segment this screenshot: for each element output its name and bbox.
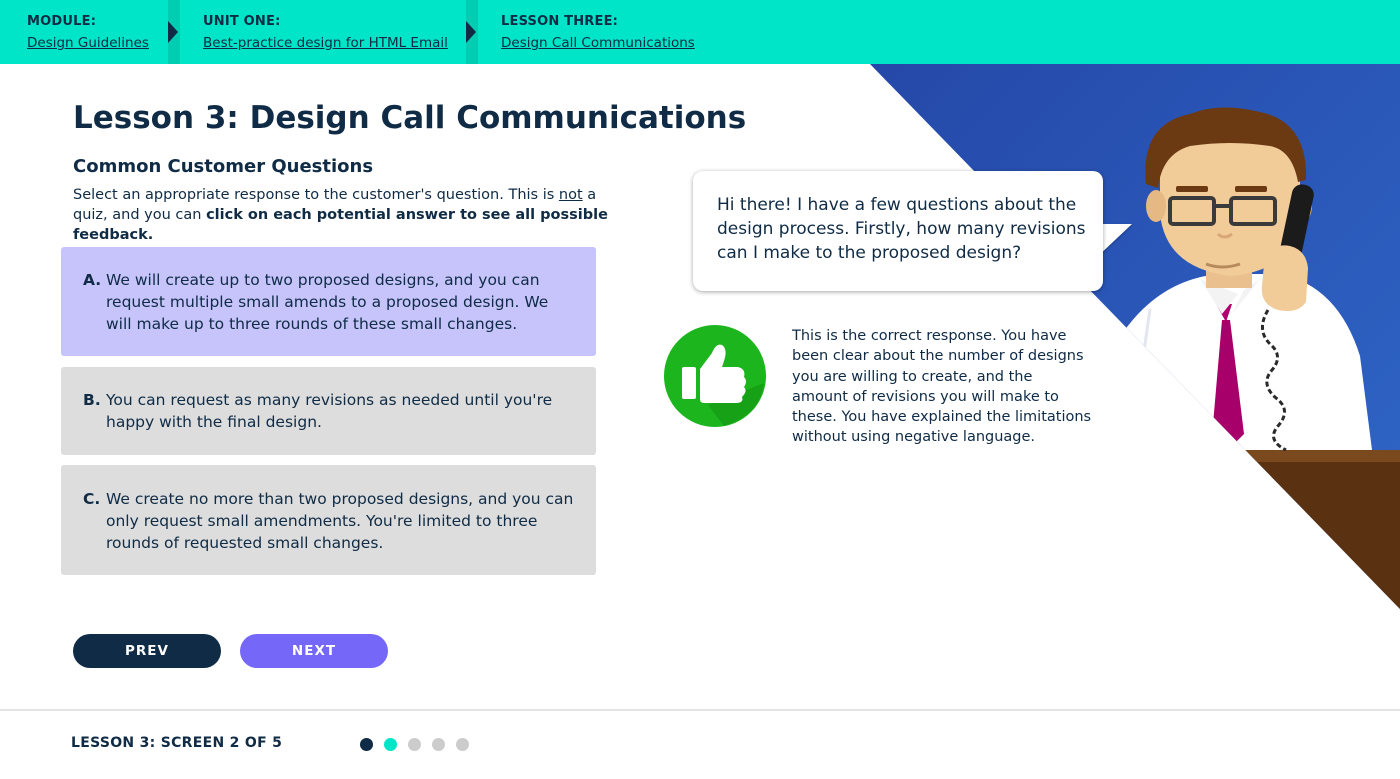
screen-dot-2[interactable] bbox=[384, 738, 397, 751]
chevron-right-icon bbox=[168, 21, 178, 43]
feedback-text: This is the correct response. You have b… bbox=[792, 328, 1092, 446]
breadcrumb-module-link[interactable]: Design Guidelines bbox=[27, 35, 149, 51]
page-title: Lesson 3: Design Call Communications bbox=[73, 100, 747, 136]
section-title: Common Customer Questions bbox=[73, 156, 374, 177]
screen-progress-label: LESSON 3: SCREEN 2 OF 5 bbox=[71, 735, 283, 751]
breadcrumb-bar: MODULE: Design Guidelines UNIT ONE: Best… bbox=[0, 0, 1400, 64]
breadcrumb-unit-label: UNIT ONE: bbox=[203, 14, 281, 29]
breadcrumb-lesson: LESSON THREE: Design Call Communications bbox=[501, 0, 695, 64]
answer-option-c[interactable]: C. We create no more than two proposed d… bbox=[61, 465, 596, 575]
chevron-right-icon bbox=[466, 21, 476, 43]
breadcrumb-module-label: MODULE: bbox=[27, 14, 97, 29]
breadcrumb-separator bbox=[466, 0, 478, 64]
footer-divider bbox=[0, 709, 1400, 711]
answer-option-text: We create no more than two proposed desi… bbox=[106, 490, 574, 552]
breadcrumb-separator bbox=[168, 0, 180, 64]
screen-dot-1[interactable] bbox=[360, 738, 373, 751]
instructions-emphasis: not bbox=[558, 187, 583, 203]
instructions: Select an appropriate response to the cu… bbox=[73, 185, 633, 245]
screen-dot-3[interactable] bbox=[408, 738, 421, 751]
thumbs-up-icon bbox=[664, 325, 766, 427]
screen-dot-5[interactable] bbox=[456, 738, 469, 751]
breadcrumb-lesson-label: LESSON THREE: bbox=[501, 14, 619, 29]
answer-option-a[interactable]: A. We will create up to two proposed des… bbox=[61, 247, 596, 356]
screen-dot-4[interactable] bbox=[432, 738, 445, 751]
prev-button[interactable]: PREV bbox=[73, 634, 221, 668]
breadcrumb-unit-link[interactable]: Best-practice design for HTML Email bbox=[203, 35, 448, 51]
breadcrumb-module: MODULE: Design Guidelines bbox=[27, 0, 149, 64]
breadcrumb-unit: UNIT ONE: Best-practice design for HTML … bbox=[203, 0, 448, 64]
answer-option-b[interactable]: B. You can request as many revisions as … bbox=[61, 367, 596, 455]
speech-bubble-text: Hi there! I have a few questions about t… bbox=[717, 195, 1086, 263]
answer-option-letter: B. bbox=[83, 391, 101, 409]
breadcrumb-lesson-link[interactable]: Design Call Communications bbox=[501, 35, 695, 51]
answer-option-letter: A. bbox=[83, 271, 102, 289]
answer-option-letter: C. bbox=[83, 490, 101, 508]
answer-option-text: You can request as many revisions as nee… bbox=[106, 391, 553, 431]
answer-option-text: We will create up to two proposed design… bbox=[106, 271, 549, 333]
next-button[interactable]: NEXT bbox=[240, 634, 388, 668]
instructions-text: Select an appropriate response to the cu… bbox=[73, 187, 559, 203]
speech-bubble: Hi there! I have a few questions about t… bbox=[693, 171, 1103, 291]
